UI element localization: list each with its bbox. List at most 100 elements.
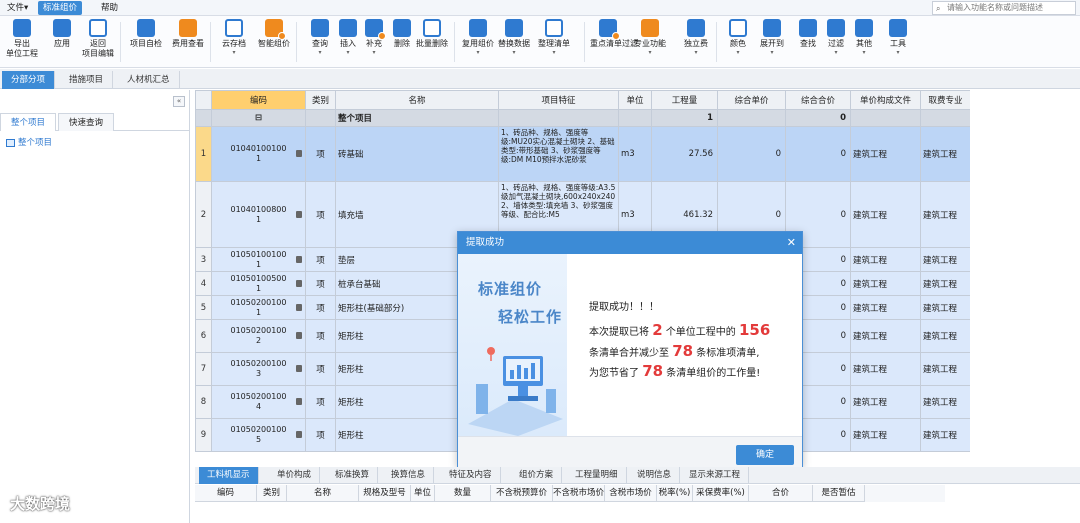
code-cell[interactable]: 01040100100 1 xyxy=(211,126,306,182)
pro-functions-button[interactable]: 专业功能 ▾ xyxy=(632,18,668,66)
apply-button[interactable]: 应用 xyxy=(44,18,80,66)
key-list-filter-button[interactable]: 重点清单过滤 xyxy=(590,18,638,66)
col-header-total[interactable]: 综合合价 xyxy=(785,90,851,110)
dropdown-arrow-icon[interactable]: ▾ xyxy=(754,49,790,57)
row-num[interactable]: 2 xyxy=(195,181,212,248)
reuse-pricing-button[interactable]: 复用组价 ▾ xyxy=(460,18,496,66)
bottom-tab[interactable]: 工程量明细 xyxy=(567,467,627,484)
tab-measures[interactable]: 措施项目 xyxy=(60,71,114,89)
bottom-col-header[interactable]: 采保费率(%) xyxy=(693,485,749,502)
batch-delete-button[interactable]: 批量删除 xyxy=(414,18,450,66)
code-cell[interactable]: 01050200100 4 xyxy=(211,385,306,419)
bottom-col-header[interactable]: 规格及型号 xyxy=(359,485,411,502)
dropdown-arrow-icon[interactable]: ▾ xyxy=(536,49,572,57)
bottom-tab[interactable]: 说明信息 xyxy=(629,467,681,484)
category-cell[interactable]: 项 xyxy=(305,418,336,452)
bottom-col-header[interactable]: 编码 xyxy=(195,485,257,502)
col-header-unit-price[interactable]: 综合单价 xyxy=(717,90,786,110)
col-header-category[interactable]: 类别 xyxy=(305,90,336,110)
menu-file[interactable]: 文件▾ xyxy=(2,1,33,15)
code-cell[interactable]: 01050100500 1 xyxy=(211,271,306,296)
bottom-col-header[interactable]: 是否暂估 xyxy=(813,485,865,502)
code-cell[interactable]: 01050200100 3 xyxy=(211,352,306,386)
close-icon[interactable]: ✕ xyxy=(787,232,796,254)
quantity-cell[interactable]: 27.56 xyxy=(651,126,718,182)
row-num[interactable]: 1 xyxy=(195,126,212,182)
unit-price-cell[interactable]: 0 xyxy=(717,126,786,182)
return-edit-button[interactable]: 返回 项目编辑 xyxy=(80,18,116,66)
replace-data-button[interactable]: 替换数据 ▾ xyxy=(496,18,532,66)
bottom-tab[interactable]: 工料机显示 xyxy=(199,467,259,484)
bottom-col-header[interactable]: 不含税预算价 xyxy=(491,485,553,502)
bottom-col-header[interactable]: 类别 xyxy=(257,485,287,502)
collapse-toggle[interactable]: ⊟ xyxy=(211,109,306,127)
dropdown-arrow-icon[interactable]: ▾ xyxy=(720,49,756,57)
fee-spec-cell[interactable]: 建筑工程 xyxy=(920,295,970,320)
price-file-cell[interactable]: 建筑工程 xyxy=(850,271,921,296)
ok-button[interactable]: 确定 xyxy=(736,445,794,465)
collapse-panel-button[interactable]: « xyxy=(173,96,185,107)
fee-spec-cell[interactable]: 建筑工程 xyxy=(920,418,970,452)
unit-cell[interactable]: m3 xyxy=(618,126,652,182)
bottom-tab[interactable]: 组价方案 xyxy=(511,467,563,484)
fee-spec-cell[interactable]: 建筑工程 xyxy=(920,181,970,248)
row-num[interactable]: 5 xyxy=(195,295,212,320)
fee-spec-cell[interactable]: 建筑工程 xyxy=(920,247,970,272)
left-tab-quick-search[interactable]: 快速查询 xyxy=(58,113,115,131)
price-file-cell[interactable]: 建筑工程 xyxy=(850,181,921,248)
dropdown-arrow-icon[interactable]: ▾ xyxy=(880,49,916,57)
fee-spec-cell[interactable]: 建筑工程 xyxy=(920,126,970,182)
menu-standard-pricing[interactable]: 标准组价 xyxy=(38,1,83,15)
expand-to-button[interactable]: 展开到 ▾ xyxy=(754,18,790,66)
bottom-tab[interactable]: 显示来源工程 xyxy=(681,467,750,484)
price-file-cell[interactable]: 建筑工程 xyxy=(850,295,921,320)
organize-list-button[interactable]: 整理清单 ▾ xyxy=(536,18,572,66)
category-cell[interactable]: 项 xyxy=(305,126,336,182)
dropdown-arrow-icon[interactable]: ▾ xyxy=(632,49,668,57)
col-header-features[interactable]: 项目特征 xyxy=(498,90,619,110)
category-cell[interactable]: 项 xyxy=(305,352,336,386)
bottom-col-header[interactable]: 数量 xyxy=(435,485,491,502)
table-row[interactable]: 1 01040100100 1 项砖基础 1、砖品种、规格、强度等级:MU20实心混凝土… xyxy=(195,126,970,182)
code-cell[interactable]: 01050100100 1 xyxy=(211,247,306,272)
category-cell[interactable]: 项 xyxy=(305,247,336,272)
color-button[interactable]: 颜色 ▾ xyxy=(720,18,756,66)
bottom-col-header[interactable]: 单位 xyxy=(411,485,435,502)
left-tab-whole-project[interactable]: 整个项目 xyxy=(0,113,57,131)
bottom-tab[interactable]: 标准换算 xyxy=(327,467,379,484)
price-file-cell[interactable]: 建筑工程 xyxy=(850,352,921,386)
col-header-price-file[interactable]: 单价构成文件 xyxy=(850,90,921,110)
smart-pricing-button[interactable]: 智能组价 xyxy=(256,18,292,66)
bottom-col-header[interactable]: 名称 xyxy=(287,485,359,502)
table-row-parent[interactable]: ⊟ 整个项目 1 0 xyxy=(195,109,970,127)
price-file-cell[interactable]: 建筑工程 xyxy=(850,247,921,272)
category-cell[interactable]: 项 xyxy=(305,319,336,353)
col-header-code[interactable]: 编码 xyxy=(211,90,306,110)
bottom-col-header[interactable]: 合价 xyxy=(749,485,813,502)
total-cell[interactable]: 0 xyxy=(785,126,851,182)
row-num[interactable]: 6 xyxy=(195,319,212,353)
self-check-button[interactable]: 项目自检 xyxy=(128,18,164,66)
col-header-quantity[interactable]: 工程量 xyxy=(651,90,718,110)
tree-root[interactable]: 整个项目 xyxy=(6,136,52,148)
tools-button[interactable]: 工具 ▾ xyxy=(880,18,916,66)
bottom-col-header[interactable]: 税率(%) xyxy=(657,485,693,502)
features-cell[interactable]: 1、砖品种、规格、强度等级:MU20实心混凝土砌块 2、基础类型:带形基础 3、… xyxy=(498,126,619,182)
col-header-name[interactable]: 名称 xyxy=(335,90,499,110)
tab-materials-summary[interactable]: 人材机汇总 xyxy=(118,71,180,89)
dropdown-arrow-icon[interactable]: ▾ xyxy=(460,49,496,57)
fee-spec-cell[interactable]: 建筑工程 xyxy=(920,385,970,419)
bottom-tab[interactable]: 单价构成 xyxy=(269,467,321,484)
fee-spec-cell[interactable]: 建筑工程 xyxy=(920,319,970,353)
col-header-fee-spec[interactable]: 取费专业 xyxy=(920,90,970,110)
fee-view-button[interactable]: 费用查看 xyxy=(170,18,206,66)
row-num[interactable]: 3 xyxy=(195,247,212,272)
fee-spec-cell[interactable]: 建筑工程 xyxy=(920,352,970,386)
menu-help[interactable]: 帮助 xyxy=(96,1,123,15)
row-num[interactable]: 9 xyxy=(195,418,212,452)
dropdown-arrow-icon[interactable]: ▾ xyxy=(846,49,882,57)
price-file-cell[interactable]: 建筑工程 xyxy=(850,126,921,182)
category-cell[interactable]: 项 xyxy=(305,181,336,248)
bottom-col-header[interactable]: 含税市场价 xyxy=(605,485,657,502)
export-unit-button[interactable]: 导出 单位工程 xyxy=(4,18,40,66)
